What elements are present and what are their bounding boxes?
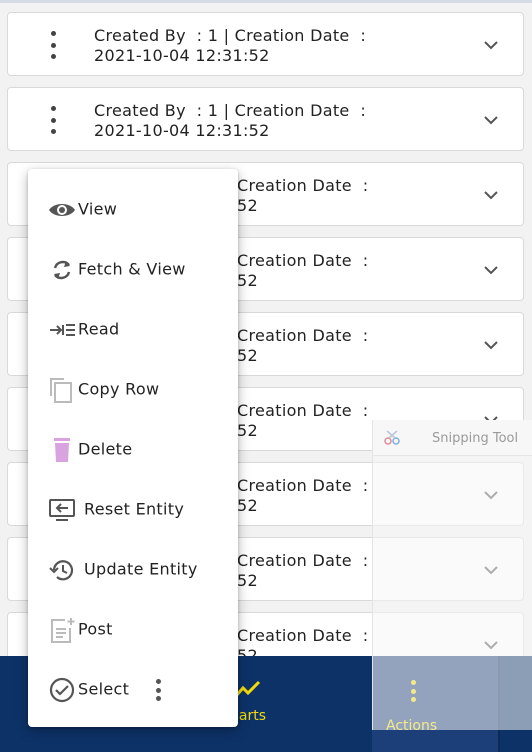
menu-item-select[interactable]: Select xyxy=(28,659,238,719)
record-meta: Creation Date : 52 xyxy=(237,551,369,590)
snipping-tool-overlay: Snipping Tool xyxy=(372,420,532,730)
check-circle-icon xyxy=(49,677,75,703)
scissors-icon xyxy=(384,430,400,445)
reset-screen-icon xyxy=(49,499,75,521)
more-vert-icon[interactable] xyxy=(46,106,60,134)
chevron-down-icon[interactable] xyxy=(481,335,501,355)
menu-item-copy-row[interactable]: Copy Row xyxy=(28,359,238,419)
menu-item-label: Fetch & View xyxy=(78,259,186,279)
record-card[interactable]: Created By : 1 | Creation Date : 2021-10… xyxy=(7,12,524,76)
eye-icon xyxy=(49,204,75,216)
menu-item-update-entity[interactable]: Update Entity xyxy=(28,539,238,599)
record-meta: Creation Date : 52 xyxy=(237,176,369,215)
record-card[interactable]: Created By : 1 | Creation Date : 2021-10… xyxy=(7,87,524,151)
chevron-down-icon[interactable] xyxy=(481,185,501,205)
menu-item-label: Delete xyxy=(78,439,133,459)
snipping-tool-title: Snipping Tool xyxy=(432,431,519,446)
record-meta: Creation Date : 52 xyxy=(237,251,369,290)
menu-item-label: Reset Entity xyxy=(84,499,185,519)
chevron-down-icon[interactable] xyxy=(481,110,501,130)
menu-item-read[interactable]: Read xyxy=(28,299,238,359)
menu-item-delete[interactable]: Delete xyxy=(28,419,238,479)
more-vert-icon[interactable] xyxy=(46,31,60,59)
record-meta: Created By : 1 | Creation Date : 2021-10… xyxy=(94,101,367,140)
menu-item-fetch-view[interactable]: Fetch & View xyxy=(28,239,238,299)
menu-item-label: Read xyxy=(78,319,120,339)
record-meta: Creation Date : 52 xyxy=(237,326,369,365)
chevron-down-icon[interactable] xyxy=(481,35,501,55)
chevron-down-icon[interactable] xyxy=(481,260,501,280)
menu-item-label: Post xyxy=(78,619,113,639)
menu-item-label: Update Entity xyxy=(84,559,198,579)
refresh-icon xyxy=(53,260,71,280)
menu-item-reset-entity[interactable]: Reset Entity xyxy=(28,479,238,539)
menu-item-label: Select xyxy=(78,679,130,699)
snipping-tool-titlebar[interactable]: Snipping Tool xyxy=(373,420,532,456)
record-meta: Creation Date : 52 xyxy=(237,401,369,440)
chart-line-icon xyxy=(234,680,261,697)
trash-icon xyxy=(54,438,70,462)
copy-icon xyxy=(50,378,72,403)
read-arrow-icon xyxy=(50,324,75,336)
actions-menu: View Fetch & View Read Copy Row Delete R… xyxy=(28,169,238,727)
record-meta: Creation Date : 52 xyxy=(237,476,369,515)
menu-item-view[interactable]: View xyxy=(28,179,238,239)
more-vert-icon[interactable] xyxy=(155,679,161,701)
history-icon xyxy=(49,560,74,581)
menu-item-post[interactable]: Post xyxy=(28,599,238,659)
menu-item-label: Copy Row xyxy=(78,379,160,399)
post-add-icon xyxy=(51,618,75,643)
record-meta: Created By : 1 | Creation Date : 2021-10… xyxy=(94,26,367,65)
menu-item-label: View xyxy=(78,199,118,219)
